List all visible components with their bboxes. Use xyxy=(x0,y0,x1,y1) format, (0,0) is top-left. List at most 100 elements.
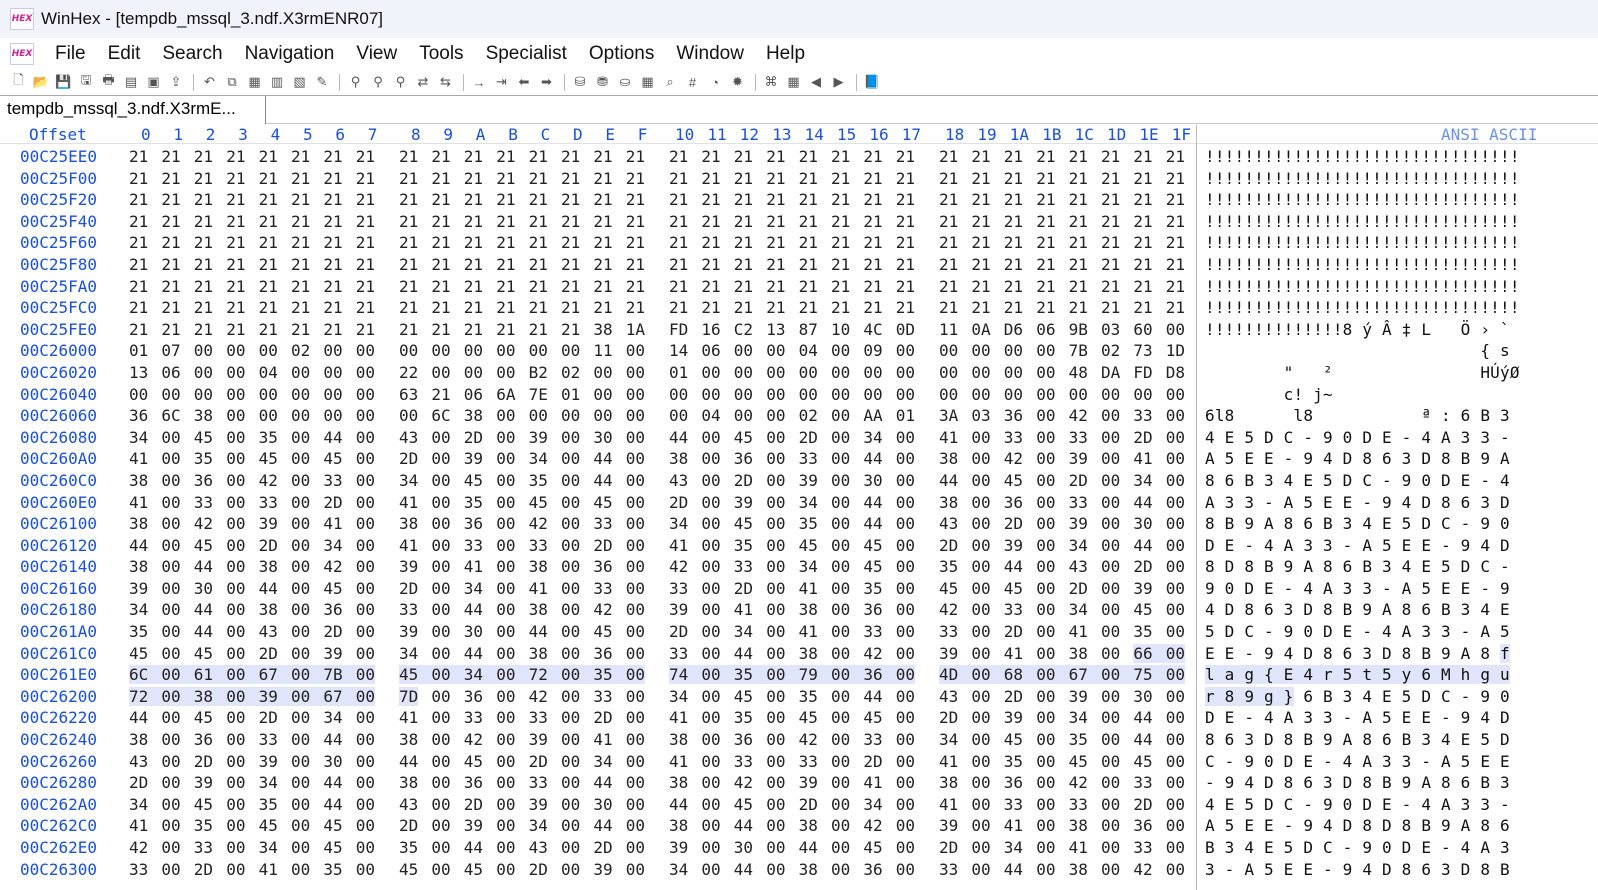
hex-byte[interactable]: 39 xyxy=(734,493,753,512)
hex-byte[interactable]: 41 xyxy=(939,428,958,447)
hex-byte[interactable]: 21 xyxy=(161,147,180,166)
hex-byte[interactable]: 00 xyxy=(161,536,180,555)
hex-byte[interactable]: 21 xyxy=(226,255,245,274)
hex-byte[interactable]: 42 xyxy=(529,514,548,533)
virus-icon[interactable]: ✹ xyxy=(727,73,748,92)
hex-byte[interactable]: 34 xyxy=(129,795,148,814)
hex-byte[interactable]: 00 xyxy=(356,838,375,857)
hex-byte[interactable]: 44 xyxy=(194,622,213,641)
hex-byte[interactable]: 44 xyxy=(734,860,753,879)
replace-hex-icon[interactable]: ⇆ xyxy=(435,73,456,92)
hex-byte[interactable]: 44 xyxy=(259,579,278,598)
hex-byte[interactable]: 21 xyxy=(399,147,418,166)
hex-byte[interactable]: 00 xyxy=(161,579,180,598)
hex-byte[interactable]: 43 xyxy=(939,687,958,706)
hex-byte[interactable]: 00 xyxy=(496,536,515,555)
hex-byte[interactable]: 00 xyxy=(161,708,180,727)
hex-byte[interactable]: 00 xyxy=(431,493,450,512)
hex-byte[interactable]: 00 xyxy=(701,428,720,447)
hex-byte[interactable]: 00 xyxy=(1004,385,1023,404)
hex-byte[interactable]: 01 xyxy=(669,363,688,382)
document-tab[interactable]: tempdb_mssql_3.ndf.X3rmE... xyxy=(0,96,266,124)
ascii-text[interactable]: E E - 9 4 D 8 6 3 D 8 B 9 A 8 f xyxy=(1205,643,1510,663)
hex-byte[interactable]: 00 xyxy=(431,730,450,749)
hex-byte[interactable]: 41 xyxy=(1069,838,1088,857)
hex-byte[interactable]: 00 xyxy=(939,385,958,404)
hex-byte[interactable]: 21 xyxy=(259,298,278,317)
hex-byte[interactable]: 00 xyxy=(1166,773,1185,792)
hex-byte[interactable]: 00 xyxy=(161,816,180,835)
compare-icon[interactable]: ⌘ xyxy=(761,73,782,92)
hex-byte[interactable]: 45 xyxy=(464,752,483,771)
hex-byte[interactable]: 00 xyxy=(1166,536,1185,555)
ascii-text[interactable]: A 3 3 - A 5 E E - 9 4 D 8 6 3 D xyxy=(1205,493,1510,512)
hex-byte[interactable]: 00 xyxy=(356,341,375,360)
hex-byte[interactable]: 21 xyxy=(896,169,915,188)
hex-byte[interactable]: 00 xyxy=(226,536,245,555)
hex-byte[interactable]: 00 xyxy=(496,493,515,512)
hex-byte[interactable]: 21 xyxy=(1036,233,1055,252)
hex-byte[interactable]: 00 xyxy=(895,665,916,685)
hex-byte[interactable]: 00 xyxy=(1166,795,1185,814)
ascii-text[interactable]: 9 0 D E - 4 A 3 3 - A 5 E E - 9 xyxy=(1205,579,1510,598)
hex-byte[interactable]: 00 xyxy=(291,860,310,879)
hex-byte[interactable]: 00 xyxy=(896,514,915,533)
hex-byte[interactable]: 39 xyxy=(1069,514,1088,533)
hex-byte[interactable]: 38 xyxy=(669,730,688,749)
hex-byte[interactable]: 21 xyxy=(399,233,418,252)
hex-byte[interactable]: 02 xyxy=(291,341,310,360)
hex-byte[interactable]: 00 xyxy=(399,341,418,360)
hex-byte[interactable]: 04 xyxy=(701,406,720,425)
hex-byte[interactable]: 34 xyxy=(669,860,688,879)
hex-byte[interactable]: 41 xyxy=(939,752,958,771)
hex-byte[interactable]: 00 xyxy=(1101,816,1120,835)
hex-byte[interactable]: 21 xyxy=(766,147,785,166)
hex-byte[interactable]: 00 xyxy=(701,493,720,512)
hex-byte[interactable]: 38 xyxy=(529,644,548,663)
hex-byte[interactable]: 00 xyxy=(766,708,785,727)
hex-byte[interactable]: 00 xyxy=(1165,643,1186,663)
hex-byte[interactable]: 00 xyxy=(766,449,785,468)
hex-byte[interactable]: 00 xyxy=(766,600,785,619)
hex-byte[interactable]: 41 xyxy=(323,514,342,533)
hex-byte[interactable]: 21 xyxy=(496,320,515,339)
hex-byte[interactable]: 33 xyxy=(1133,838,1152,857)
hex-byte[interactable]: 42 xyxy=(669,557,688,576)
hex-byte[interactable]: 21 xyxy=(1036,169,1055,188)
hex-byte[interactable]: 21 xyxy=(323,169,342,188)
hex-byte[interactable]: 2D xyxy=(799,428,818,447)
hex-byte[interactable]: 2D xyxy=(259,644,278,663)
ascii-text[interactable]: " ² HÚýØ xyxy=(1205,363,1520,382)
ascii-text[interactable]: - 9 4 D 8 6 3 D 8 B 9 A 8 6 B 3 xyxy=(1205,773,1510,792)
hex-byte[interactable]: 00 xyxy=(734,363,753,382)
hex-byte[interactable]: 00 xyxy=(496,600,515,619)
hex-byte[interactable]: 00 xyxy=(529,406,548,425)
hex-byte[interactable]: 2D xyxy=(129,773,148,792)
hex-byte[interactable]: 21 xyxy=(529,255,548,274)
hex-byte[interactable]: 21 xyxy=(323,320,342,339)
hex-byte[interactable]: 00 xyxy=(356,471,375,490)
hex-byte[interactable]: 21 xyxy=(626,277,645,296)
hex-byte[interactable]: 35 xyxy=(733,665,767,685)
hex-byte[interactable]: 21 xyxy=(669,147,688,166)
hex-byte[interactable]: 00 xyxy=(831,536,850,555)
ascii-text[interactable]: D E - 4 A 3 3 - A 5 E E - 9 4 D xyxy=(1205,708,1510,727)
hex-byte[interactable]: 2D xyxy=(464,795,483,814)
hex-byte[interactable]: 21 xyxy=(939,212,958,231)
hex-byte[interactable]: 00 xyxy=(896,363,915,382)
hex-byte[interactable]: 41 xyxy=(259,860,278,879)
hex-byte[interactable]: 38 xyxy=(399,730,418,749)
back-icon[interactable]: ⬅ xyxy=(514,73,535,92)
hex-byte[interactable]: 00 xyxy=(291,363,310,382)
hex-byte[interactable]: 45 xyxy=(194,644,213,663)
hex-byte[interactable]: 00 xyxy=(561,773,580,792)
hex-byte[interactable]: 45 xyxy=(593,493,612,512)
hex-byte[interactable]: 21 xyxy=(129,255,148,274)
hex-byte[interactable]: FD xyxy=(1133,363,1152,382)
hex-byte[interactable]: 30 xyxy=(863,471,882,490)
hex-byte[interactable]: 34 xyxy=(323,536,342,555)
hex-byte[interactable]: 36 xyxy=(1004,773,1023,792)
hex-byte[interactable]: 00 xyxy=(626,816,645,835)
hex-byte[interactable]: 00 xyxy=(1101,514,1120,533)
row-offset[interactable]: 00C26280 xyxy=(20,773,97,792)
